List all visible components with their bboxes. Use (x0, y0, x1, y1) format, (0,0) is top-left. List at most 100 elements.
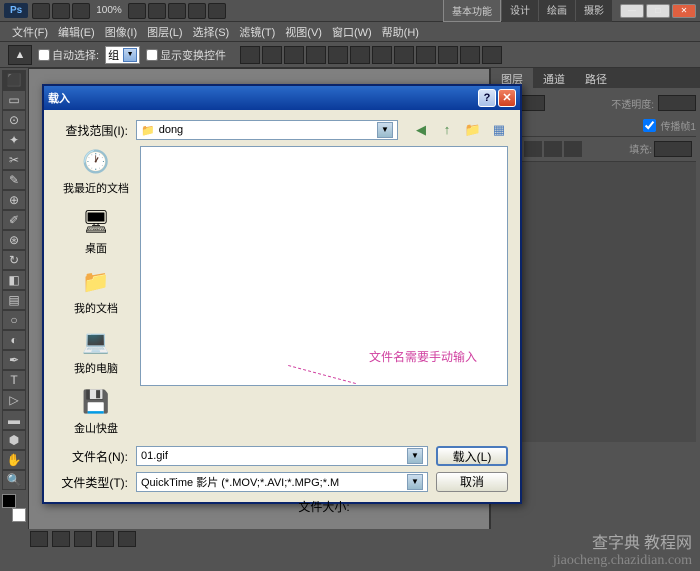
play-next-icon[interactable] (96, 531, 114, 547)
play-last-icon[interactable] (118, 531, 136, 547)
play-icon[interactable] (74, 531, 92, 547)
arrange-icon[interactable] (188, 3, 206, 19)
shape-tool[interactable]: ▬ (2, 410, 26, 430)
menu-select[interactable]: 选择(S) (189, 22, 234, 42)
align-icon[interactable] (306, 46, 326, 64)
propagate-checkbox[interactable] (643, 119, 656, 132)
tab-paths[interactable]: 路径 (575, 68, 617, 88)
sidebar-item-mypc[interactable]: 💻 我的电脑 (56, 326, 136, 376)
eraser-tool[interactable]: ◧ (2, 270, 26, 290)
blur-tool[interactable]: ○ (2, 310, 26, 330)
mb-icon[interactable] (52, 3, 70, 19)
bridge-icon[interactable] (32, 3, 50, 19)
zoom-level[interactable]: 100% (96, 5, 122, 16)
cancel-button[interactable]: 取消 (436, 472, 508, 492)
transform-checkbox[interactable]: 显示变换控件 (146, 47, 226, 63)
brush-tool[interactable]: ✐ (2, 210, 26, 230)
healing-tool[interactable]: ⊕ (2, 190, 26, 210)
lock-pixels-icon[interactable] (524, 141, 542, 157)
type-tool[interactable]: T (2, 370, 26, 390)
ws-tab-photo[interactable]: 摄影 (576, 0, 612, 22)
ws-tab-design[interactable]: 设计 (502, 0, 538, 22)
auto-select-checkbox[interactable]: 自动选择: (38, 47, 99, 63)
rotate-icon[interactable] (168, 3, 186, 19)
newfolder-icon[interactable]: 📁 (464, 121, 482, 139)
layers-list[interactable] (495, 162, 696, 442)
filename-label: 文件名(N): (56, 448, 128, 465)
ws-tab-painting[interactable]: 绘画 (539, 0, 575, 22)
menu-image[interactable]: 图像(I) (101, 22, 141, 42)
layout-icon[interactable] (72, 3, 90, 19)
distribute-icon[interactable] (482, 46, 502, 64)
distribute-icon[interactable] (416, 46, 436, 64)
hand-tool[interactable]: ✋ (2, 450, 26, 470)
sidebar-item-kdisk[interactable]: 💾 金山快盘 (56, 386, 136, 436)
play-prev-icon[interactable] (52, 531, 70, 547)
menu-view[interactable]: 视图(V) (281, 22, 326, 42)
opacity-input[interactable] (658, 95, 696, 111)
move-tool-icon[interactable]: ▲ (8, 45, 32, 65)
menu-edit[interactable]: 编辑(E) (54, 22, 99, 42)
menu-window[interactable]: 窗口(W) (328, 22, 376, 42)
lock-position-icon[interactable] (544, 141, 562, 157)
path-tool[interactable]: ▷ (2, 390, 26, 410)
lookin-combo[interactable]: 📁 dong ▼ (136, 120, 398, 140)
dodge-tool[interactable]: ◐ (2, 330, 26, 350)
color-swatches[interactable] (2, 494, 26, 522)
3d-tool[interactable]: ⬢ (2, 430, 26, 450)
align-icon[interactable] (262, 46, 282, 64)
back-icon[interactable]: ◀ (412, 121, 430, 139)
lock-all-icon[interactable] (564, 141, 582, 157)
close-button[interactable]: ✕ (672, 4, 696, 18)
sidebar-item-desktop[interactable]: 🖥 桌面 (56, 206, 136, 256)
load-button[interactable]: 载入(L) (436, 446, 508, 466)
play-first-icon[interactable] (30, 531, 48, 547)
auto-select-combo[interactable]: 组▼ (105, 46, 140, 64)
filetype-select[interactable]: QuickTime 影片 (*.MOV;*.AVI;*.MPG;*.M▼ (136, 472, 428, 492)
sidebar-item-mydocs[interactable]: 📁 我的文档 (56, 266, 136, 316)
dialog-titlebar[interactable]: 载入 ? ✕ (44, 86, 520, 110)
stamp-tool[interactable]: ⊛ (2, 230, 26, 250)
move-tool[interactable]: ⬛ (2, 70, 26, 90)
tab-channels[interactable]: 通道 (533, 68, 575, 88)
dialog-close-button[interactable]: ✕ (498, 89, 516, 107)
marquee-tool[interactable]: ▭ (2, 90, 26, 110)
gradient-tool[interactable]: ▤ (2, 290, 26, 310)
screen-icon[interactable] (208, 3, 226, 19)
menu-filter[interactable]: 滤镜(T) (235, 22, 279, 42)
viewmenu-icon[interactable]: ▦ (490, 121, 508, 139)
fill-input[interactable] (654, 141, 692, 157)
zoom-tool[interactable]: 🔍 (2, 470, 26, 490)
menu-help[interactable]: 帮助(H) (378, 22, 423, 42)
align-icon[interactable] (328, 46, 348, 64)
hand-icon[interactable] (128, 3, 146, 19)
dialog-help-button[interactable]: ? (478, 89, 496, 107)
crop-tool[interactable]: ✂ (2, 150, 26, 170)
filename-input[interactable]: 01.gif▼ (136, 446, 428, 466)
wand-tool[interactable]: ✦ (2, 130, 26, 150)
align-icon[interactable] (350, 46, 370, 64)
eyedropper-tool[interactable]: ✎ (2, 170, 26, 190)
distribute-icon[interactable] (460, 46, 480, 64)
up-icon[interactable]: ↑ (438, 121, 456, 139)
foreground-color[interactable] (2, 494, 16, 508)
align-icon[interactable] (240, 46, 260, 64)
distribute-icon[interactable] (438, 46, 458, 64)
layers-panel: 正常 不透明度: 传播帧1 锁定: 填充: (491, 88, 700, 446)
menu-file[interactable]: 文件(F) (8, 22, 52, 42)
background-color[interactable] (12, 508, 26, 522)
align-icon[interactable] (284, 46, 304, 64)
menu-layer[interactable]: 图层(L) (143, 22, 186, 42)
distribute-icon[interactable] (394, 46, 414, 64)
sidebar-item-recent[interactable]: 🕐 我最近的文档 (56, 146, 136, 196)
propagate-label: 传播帧1 (660, 118, 696, 133)
minimize-button[interactable]: — (620, 4, 644, 18)
lasso-tool[interactable]: ⊙ (2, 110, 26, 130)
pen-tool[interactable]: ✒ (2, 350, 26, 370)
file-list[interactable]: 文件名需要手动输入 (140, 146, 508, 386)
history-brush-tool[interactable]: ↻ (2, 250, 26, 270)
zoom-icon[interactable] (148, 3, 166, 19)
ws-tab-essentials[interactable]: 基本功能 (443, 0, 501, 22)
maximize-button[interactable]: □ (646, 4, 670, 18)
distribute-icon[interactable] (372, 46, 392, 64)
